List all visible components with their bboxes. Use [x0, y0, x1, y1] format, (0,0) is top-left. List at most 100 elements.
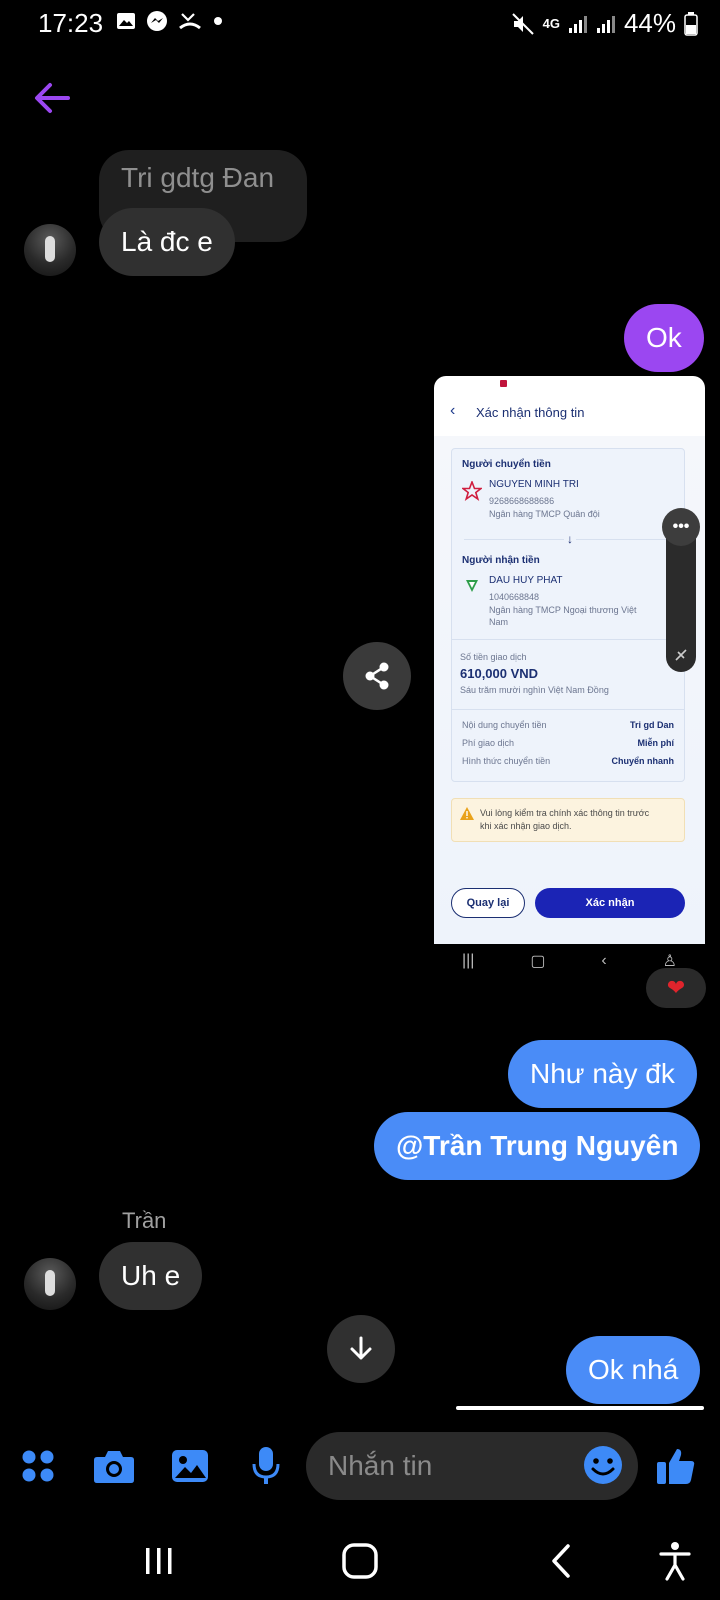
accessibility-button[interactable] — [650, 1538, 700, 1584]
outgoing-message[interactable]: Ok — [624, 304, 704, 372]
mic-icon — [252, 1447, 280, 1484]
shot-back-icon: ‹ — [450, 402, 456, 419]
incoming-message[interactable]: Uh e — [99, 1242, 203, 1310]
back-icon — [552, 1544, 570, 1578]
messenger-icon — [147, 11, 167, 31]
image-icon — [172, 1450, 208, 1482]
notification-icons — [116, 10, 224, 32]
amount-value: 610,000 VND — [460, 666, 539, 681]
battery-icon — [684, 11, 698, 36]
outgoing-message[interactable]: Như này đk — [508, 1040, 697, 1108]
receiver-bank-line2: Nam — [489, 617, 509, 627]
method-label: Hình thức chuyển tiền — [462, 756, 551, 766]
warning-box: Vui lòng kiểm tra chính xác thông tin tr… — [451, 798, 685, 842]
arrow-down-icon — [350, 1336, 372, 1360]
floating-toolbar[interactable]: ••• — [662, 508, 700, 672]
dot-icon — [214, 17, 222, 25]
screenshot-attachment[interactable]: ‹ Xác nhận thông tin Người chuyển tiền N… — [434, 376, 705, 944]
sender-label: Người chuyển tiền — [462, 459, 551, 470]
content-value: Tri gd Dan — [629, 720, 674, 730]
mb-bank-logo-icon — [462, 481, 482, 501]
gallery-icon — [117, 13, 135, 29]
warning-icon — [460, 807, 474, 820]
nav-back-button[interactable] — [536, 1538, 586, 1584]
apps-icon — [22, 1450, 54, 1482]
sender-name: Trần — [122, 1208, 167, 1233]
outgoing-message[interactable]: Ok nhá — [566, 1336, 701, 1404]
apps-button[interactable] — [12, 1440, 64, 1492]
recents-button[interactable] — [134, 1538, 184, 1584]
arrow-down-icon: ↓ — [564, 532, 576, 546]
recents-icon: ||| — [461, 952, 475, 969]
accessibility-icon — [659, 1542, 691, 1581]
status-time: 17:23 — [38, 8, 104, 38]
message-text: @Trần Trung Nguyên — [396, 1130, 679, 1161]
warning-line2: khi xác nhận giao dịch. — [480, 821, 572, 831]
composer — [0, 1426, 720, 1506]
unpin-icon[interactable] — [674, 648, 688, 662]
back-button[interactable] — [30, 76, 74, 120]
reply-quote-text: Tri gdtg Đan — [121, 162, 275, 193]
network-4g-icon: 4G — [542, 15, 560, 31]
shot-title: Xác nhận thông tin — [476, 405, 585, 420]
scroll-to-bottom-button[interactable] — [327, 1315, 395, 1383]
message-text: Ok nhá — [588, 1354, 679, 1385]
vcb-bank-logo-icon — [466, 580, 478, 592]
home-icon: ▢ — [530, 953, 546, 970]
shot-header: ‹ Xác nhận thông tin — [434, 376, 705, 436]
mute-icon — [511, 12, 534, 35]
receiver-account: 1040668848 — [489, 592, 540, 602]
recents-icon — [146, 1548, 172, 1574]
partial-message — [456, 1406, 704, 1410]
heart-icon: ❤ — [666, 975, 686, 1000]
back-icon: ‹ — [601, 952, 607, 969]
system-nav-bar — [0, 1520, 720, 1600]
like-icon — [657, 1449, 695, 1484]
sender-name: NGUYEN MINH TRI — [489, 479, 579, 490]
message-text: Là đc e — [121, 226, 213, 257]
incoming-message[interactable]: Là đc e — [99, 208, 235, 276]
system-icons: 4G 44% — [511, 8, 698, 39]
fee-value: Miễn phí — [637, 738, 675, 748]
home-button[interactable] — [335, 1538, 385, 1584]
share-icon — [365, 662, 389, 690]
status-bar: 17:23 4G 44% — [0, 0, 720, 44]
heart-reaction[interactable]: ❤ — [646, 968, 706, 1008]
content-label: Nội dung chuyển tiền — [462, 720, 547, 730]
signal-icon — [568, 15, 587, 33]
amount-words: Sáu trăm mười nghìn Việt Nam Đồng — [460, 685, 609, 695]
camera-button[interactable] — [88, 1440, 140, 1492]
sender-account: 9268668688686 — [489, 496, 555, 506]
share-button[interactable] — [343, 642, 411, 710]
amount-label: Số tiền giao dịch — [460, 652, 527, 662]
missed-call-icon — [179, 13, 201, 30]
divider — [452, 639, 684, 640]
emoji-icon — [584, 1446, 622, 1484]
more-icon[interactable]: ••• — [662, 508, 700, 546]
message-text: Như này đk — [530, 1058, 675, 1089]
camera-icon — [94, 1451, 134, 1483]
shot-back-button: Quay lại — [451, 888, 525, 918]
message-text: Ok — [646, 322, 682, 353]
avatar[interactable] — [24, 224, 76, 276]
receiver-bank-line1: Ngân hàng TMCP Ngoại thương Việt — [489, 605, 637, 615]
warning-line1: Vui lòng kiểm tra chính xác thông tin tr… — [480, 808, 650, 818]
method-value: Chuyển nhanh — [611, 756, 675, 766]
home-icon — [342, 1543, 378, 1579]
shot-body: Người chuyển tiền NGUYEN MINH TRI 926866… — [434, 436, 705, 944]
emoji-button[interactable] — [582, 1444, 624, 1486]
outgoing-mention-message[interactable]: @Trần Trung Nguyên — [374, 1112, 701, 1180]
shot-notification-dot — [500, 380, 507, 387]
transfer-card: Người chuyển tiền NGUYEN MINH TRI 926866… — [451, 448, 685, 782]
gallery-button[interactable] — [164, 1440, 216, 1492]
like-button[interactable] — [650, 1440, 702, 1492]
shot-confirm-button: Xác nhận — [535, 888, 685, 918]
divider — [452, 709, 684, 710]
microphone-button[interactable] — [240, 1440, 292, 1492]
receiver-label: Người nhận tiền — [462, 555, 540, 566]
avatar[interactable] — [24, 1258, 76, 1310]
receiver-name: DAU HUY PHAT — [489, 575, 563, 586]
message-text: Uh e — [121, 1260, 181, 1291]
arrow-left-icon — [35, 83, 70, 113]
battery-level: 44% — [623, 8, 676, 38]
